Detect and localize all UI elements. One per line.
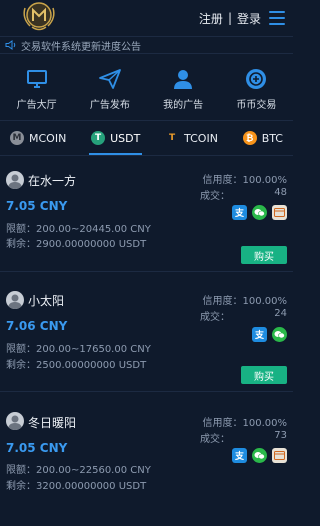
payment-methods: 支 xyxy=(232,205,287,220)
deals-label: 成交： xyxy=(200,191,230,202)
bank-card-icon xyxy=(272,205,287,220)
paper-plane-icon xyxy=(98,69,121,89)
monitor-icon xyxy=(26,70,47,88)
logo-icon xyxy=(23,2,55,31)
tab-usdt[interactable]: T USDT xyxy=(87,121,144,155)
nav-post-ad-label: 广告发布 xyxy=(89,100,130,111)
deals-row: 成交： 48 xyxy=(200,187,287,202)
exchange-icon xyxy=(246,69,267,89)
tab-btc-label: BTC xyxy=(261,131,283,145)
btc-icon: ₿ xyxy=(242,131,257,145)
coin-tabs: M MCOIN T USDT T TCOIN ₿ BTC xyxy=(0,120,293,156)
tab-tcoin-label: TCOIN xyxy=(184,131,218,145)
user-icon xyxy=(174,70,193,89)
announcement-text: 交易软件系统更新进度公告 xyxy=(21,41,141,53)
alipay-icon: 支 xyxy=(252,327,267,342)
deals-count: 48 xyxy=(274,187,287,198)
buy-button[interactable]: 购买 xyxy=(241,246,287,264)
buy-button[interactable]: 购买 xyxy=(241,366,287,384)
tab-btc[interactable]: ₿ BTC xyxy=(239,121,287,155)
tab-mcoin[interactable]: M MCOIN xyxy=(6,121,70,155)
wechat-pay-icon xyxy=(252,448,267,463)
header-separator: | xyxy=(227,11,232,25)
tab-mcoin-label: MCOIN xyxy=(29,131,67,145)
deals-row: 成交： 24 xyxy=(200,308,287,323)
unit-price: 7.05 CNY xyxy=(6,199,68,213)
usdt-icon: T xyxy=(91,131,106,145)
quick-nav: 广告大厅 广告发布 我的广告 币币交易 xyxy=(0,60,293,114)
tab-usdt-label: USDT xyxy=(110,131,141,145)
wechat-pay-icon xyxy=(252,205,267,220)
deals-row: 成交： 73 xyxy=(200,430,287,445)
trade-limit: 限额：200.00~22560.00 CNY xyxy=(6,465,151,476)
listing-card: 小太阳 信用度：100.00% 成交： 24 7.06 CNY 支 限额：200… xyxy=(0,280,293,392)
deals-count: 73 xyxy=(274,430,287,441)
avatar[interactable] xyxy=(6,291,24,309)
credit-score: 信用度：100.00% xyxy=(202,296,288,307)
avatar[interactable] xyxy=(6,412,24,430)
credit-score: 信用度：100.00% xyxy=(202,175,288,186)
menu-icon[interactable] xyxy=(269,11,285,25)
deals-count: 24 xyxy=(274,308,287,319)
login-link[interactable]: 登录 xyxy=(237,10,261,27)
seller-name[interactable]: 在水一方 xyxy=(28,172,76,189)
tab-tcoin[interactable]: T TCOIN xyxy=(161,121,222,155)
unit-price: 7.06 CNY xyxy=(6,319,68,333)
unit-price: 7.05 CNY xyxy=(6,441,68,455)
nav-my-ads-label: 我的广告 xyxy=(163,100,204,111)
alipay-icon: 支 xyxy=(232,205,247,220)
remaining-amount: 剩余：3200.00000000 USDT xyxy=(6,481,147,492)
register-link[interactable]: 注册 xyxy=(199,10,223,27)
remaining-amount: 剩余：2500.00000000 USDT xyxy=(6,360,147,371)
nav-ad-hall[interactable]: 广告大厅 xyxy=(2,60,72,114)
trade-limit: 限额：200.00~20445.00 CNY xyxy=(6,224,151,235)
payment-methods: 支 xyxy=(252,327,287,342)
trade-limit: 限额：200.00~17650.00 CNY xyxy=(6,344,151,355)
deals-label: 成交： xyxy=(200,434,230,445)
nav-coin-trade-label: 币币交易 xyxy=(236,100,277,111)
wechat-pay-icon xyxy=(272,327,287,342)
nav-my-ads[interactable]: 我的广告 xyxy=(148,60,218,114)
remaining-amount: 剩余：2900.00000000 USDT xyxy=(6,239,147,250)
top-header: 注册 | 登录 xyxy=(0,0,293,36)
payment-methods: 支 xyxy=(232,448,287,463)
announcement-bar[interactable]: 交易软件系统更新进度公告 xyxy=(0,36,293,54)
nav-ad-hall-label: 广告大厅 xyxy=(16,100,57,111)
nav-coin-trade[interactable]: 币币交易 xyxy=(221,60,291,114)
listing-card: 冬日暖阳 信用度：100.00% 成交： 73 7.05 CNY 支 限额：20… xyxy=(0,402,293,514)
seller-name[interactable]: 小太阳 xyxy=(28,292,64,309)
deals-label: 成交： xyxy=(200,312,230,323)
credit-score: 信用度：100.00% xyxy=(202,418,288,429)
listing-card: 在水一方 信用度：100.00% 成交： 48 7.05 CNY 支 限额：20… xyxy=(0,160,293,272)
alipay-icon: 支 xyxy=(232,448,247,463)
bank-card-icon xyxy=(272,448,287,463)
nav-post-ad[interactable]: 广告发布 xyxy=(75,60,145,114)
avatar[interactable] xyxy=(6,171,24,189)
speaker-icon xyxy=(5,40,16,50)
mcoin-icon: M xyxy=(10,131,24,145)
seller-name[interactable]: 冬日暖阳 xyxy=(28,414,76,431)
tcoin-icon: T xyxy=(165,131,180,145)
